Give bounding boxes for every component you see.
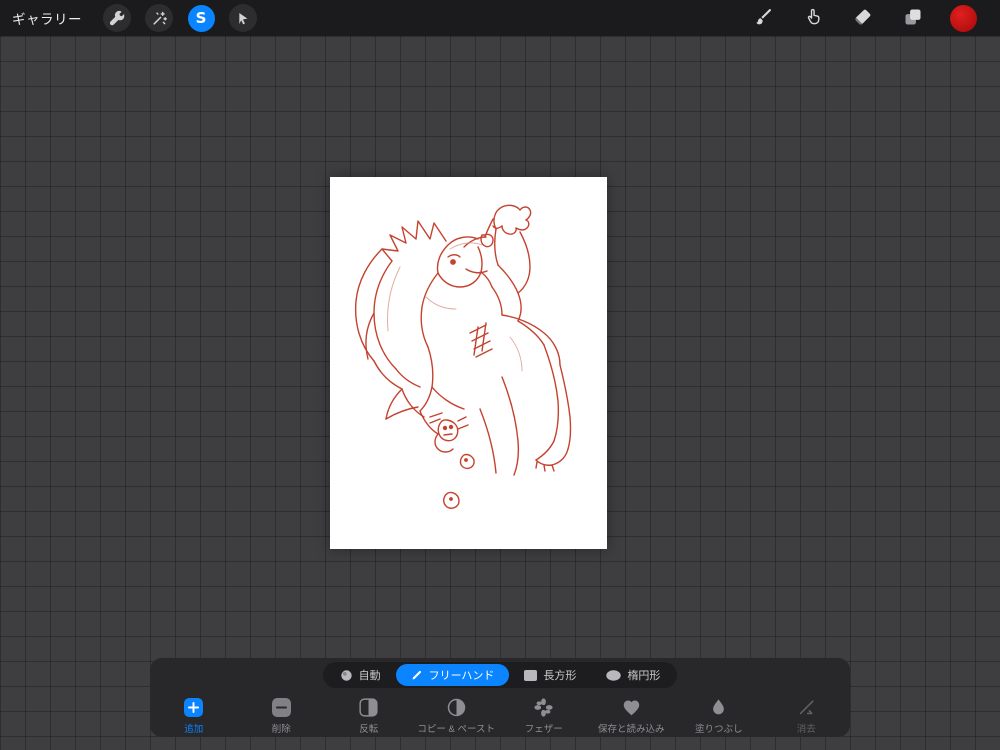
clear-brush-icon <box>797 697 816 717</box>
action-feather[interactable]: フェザー <box>500 697 588 735</box>
gallery-button[interactable]: ギャラリー <box>12 8 82 28</box>
copy-paste-icon <box>447 697 466 717</box>
mode-label: フリーハンド <box>428 670 495 682</box>
color-button[interactable] <box>938 3 988 33</box>
actions-button[interactable] <box>96 3 138 33</box>
eraser-button[interactable] <box>838 3 888 33</box>
selection-button[interactable]: S <box>180 3 222 33</box>
mode-automatic[interactable]: 自動 <box>325 664 396 686</box>
action-label: 追加 <box>184 724 204 735</box>
eraser-icon <box>853 7 873 30</box>
action-label: 塗りつぶし <box>694 724 743 735</box>
smudge-finger-icon <box>804 7 823 29</box>
artwork-canvas[interactable] <box>330 177 607 549</box>
top-toolbar: ギャラリー S <box>0 0 1000 36</box>
magic-wand-icon <box>145 4 173 32</box>
action-label: 保存と読み込み <box>597 724 665 735</box>
brush-button[interactable] <box>738 3 788 33</box>
color-fill-drop-icon <box>710 697 727 717</box>
ellipse-icon <box>606 669 622 681</box>
rectangle-icon <box>524 669 538 681</box>
selection-toolbar: 自動 フリーハンド 長方形 楕円形 追加 削除 反転 コピー & ペースト フェ… <box>150 658 850 737</box>
smudge-button[interactable] <box>788 3 838 33</box>
mode-ellipse[interactable]: 楕円形 <box>591 664 675 686</box>
plus-square-icon <box>184 697 204 717</box>
action-label: 消去 <box>796 724 816 735</box>
mode-label: 長方形 <box>543 670 577 682</box>
artwork-sketch <box>354 204 572 509</box>
mode-label: 楕円形 <box>627 670 661 682</box>
invert-icon <box>359 697 378 717</box>
canvas-pasteboard[interactable]: 自動 フリーハンド 長方形 楕円形 追加 削除 反転 コピー & ペースト フェ… <box>0 36 1000 750</box>
action-add[interactable]: 追加 <box>150 697 238 735</box>
mode-freehand[interactable]: フリーハンド <box>395 664 510 686</box>
layers-button[interactable] <box>888 3 938 33</box>
active-color-swatch <box>949 4 977 32</box>
mode-rectangle[interactable]: 長方形 <box>509 664 591 686</box>
wrench-icon <box>103 4 131 32</box>
action-color-fill[interactable]: 塗りつぶし <box>675 697 763 735</box>
action-label: コピー & ペースト <box>417 724 496 735</box>
layers-icon <box>903 7 923 30</box>
minus-square-icon <box>271 697 291 717</box>
action-label: フェザー <box>524 724 563 735</box>
adjustments-button[interactable] <box>138 3 180 33</box>
selection-action-row: 追加 削除 反転 コピー & ペースト フェザー 保存と読み込み 塗りつぶし 消… <box>150 697 850 735</box>
procreate-app: ギャラリー S 自動 フリーハンド 長方形 楕円形 追加 削除 反転 コピー &… <box>0 0 1000 750</box>
mode-label: 自動 <box>358 670 381 682</box>
action-label: 削除 <box>271 724 291 735</box>
feather-icon <box>534 697 553 717</box>
save-load-heart-icon <box>622 697 641 717</box>
selection-mode-segment: 自動 フリーハンド 長方形 楕円形 <box>322 662 678 688</box>
action-clear[interactable]: 消去 <box>763 697 851 735</box>
paintbrush-icon <box>753 7 773 30</box>
transform-button[interactable] <box>222 3 264 33</box>
action-copy-paste[interactable]: コピー & ペースト <box>413 697 501 735</box>
action-remove[interactable]: 削除 <box>238 697 326 735</box>
selection-s-icon: S <box>187 4 215 32</box>
transform-arrow-icon <box>229 4 257 32</box>
action-label: 反転 <box>359 724 379 735</box>
automatic-icon <box>340 669 353 682</box>
freehand-pencil-icon <box>411 669 423 681</box>
action-invert[interactable]: 反転 <box>325 697 413 735</box>
toolbar-left-group: ギャラリー S <box>12 3 264 33</box>
toolbar-right-group <box>738 3 988 33</box>
action-save-load[interactable]: 保存と読み込み <box>588 697 676 735</box>
